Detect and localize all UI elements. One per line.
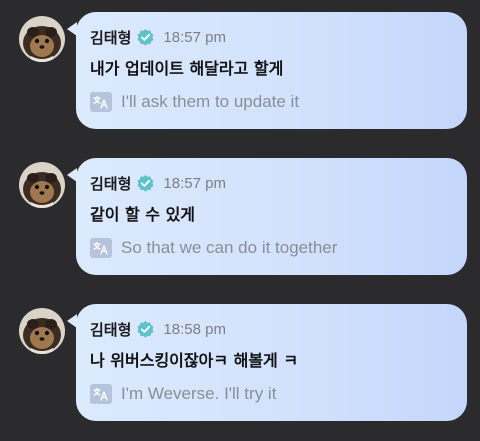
message-text: 내가 업데이트 해달라고 할게 — [90, 59, 284, 78]
sender-name: 김태형 — [90, 174, 132, 193]
message-text: 같이 할 수 있게 — [90, 205, 196, 224]
message-header: 김태형 18:58 pm — [90, 318, 226, 340]
translation-row[interactable]: I'm Weverse. I'll try it — [90, 383, 276, 405]
message-timestamp: 18:57 pm — [163, 28, 226, 46]
translation-text: So that we can do it together — [121, 238, 338, 257]
avatar[interactable] — [19, 162, 65, 208]
verified-check-icon — [136, 28, 155, 47]
translate-icon[interactable] — [90, 238, 112, 258]
message-header: 김태형 18:57 pm — [90, 172, 226, 194]
translate-icon[interactable] — [90, 384, 112, 404]
profile-photo — [19, 162, 65, 208]
profile-photo — [19, 16, 65, 62]
avatar[interactable] — [19, 308, 65, 354]
message-timestamp: 18:57 pm — [163, 174, 226, 192]
message-bubble[interactable]: 김태형 18:57 pm 내가 업데이트 해달라고 할게 I'll ask th… — [67, 12, 467, 129]
verified-check-icon — [136, 320, 155, 339]
translation-text: I'll ask them to update it — [121, 92, 300, 111]
profile-photo — [19, 308, 65, 354]
sender-name: 김태형 — [90, 320, 132, 339]
message-timestamp: 18:58 pm — [163, 320, 226, 338]
verified-check-icon — [136, 174, 155, 193]
translation-text: I'm Weverse. I'll try it — [121, 384, 277, 403]
translate-icon[interactable] — [90, 92, 112, 112]
message-bubble[interactable]: 김태형 18:57 pm 같이 할 수 있게 So that we can do… — [67, 158, 467, 275]
message-text: 나 위버스킹이잖아ㅋ 해볼게 ㅋ — [90, 351, 299, 370]
translation-row[interactable]: So that we can do it together — [90, 237, 337, 259]
translation-row[interactable]: I'll ask them to update it — [90, 91, 299, 113]
avatar[interactable] — [19, 16, 65, 62]
message-header: 김태형 18:57 pm — [90, 26, 226, 48]
sender-name: 김태형 — [90, 28, 132, 47]
message-bubble[interactable]: 김태형 18:58 pm 나 위버스킹이잖아ㅋ 해볼게 ㅋ I'm Wevers… — [67, 304, 467, 421]
